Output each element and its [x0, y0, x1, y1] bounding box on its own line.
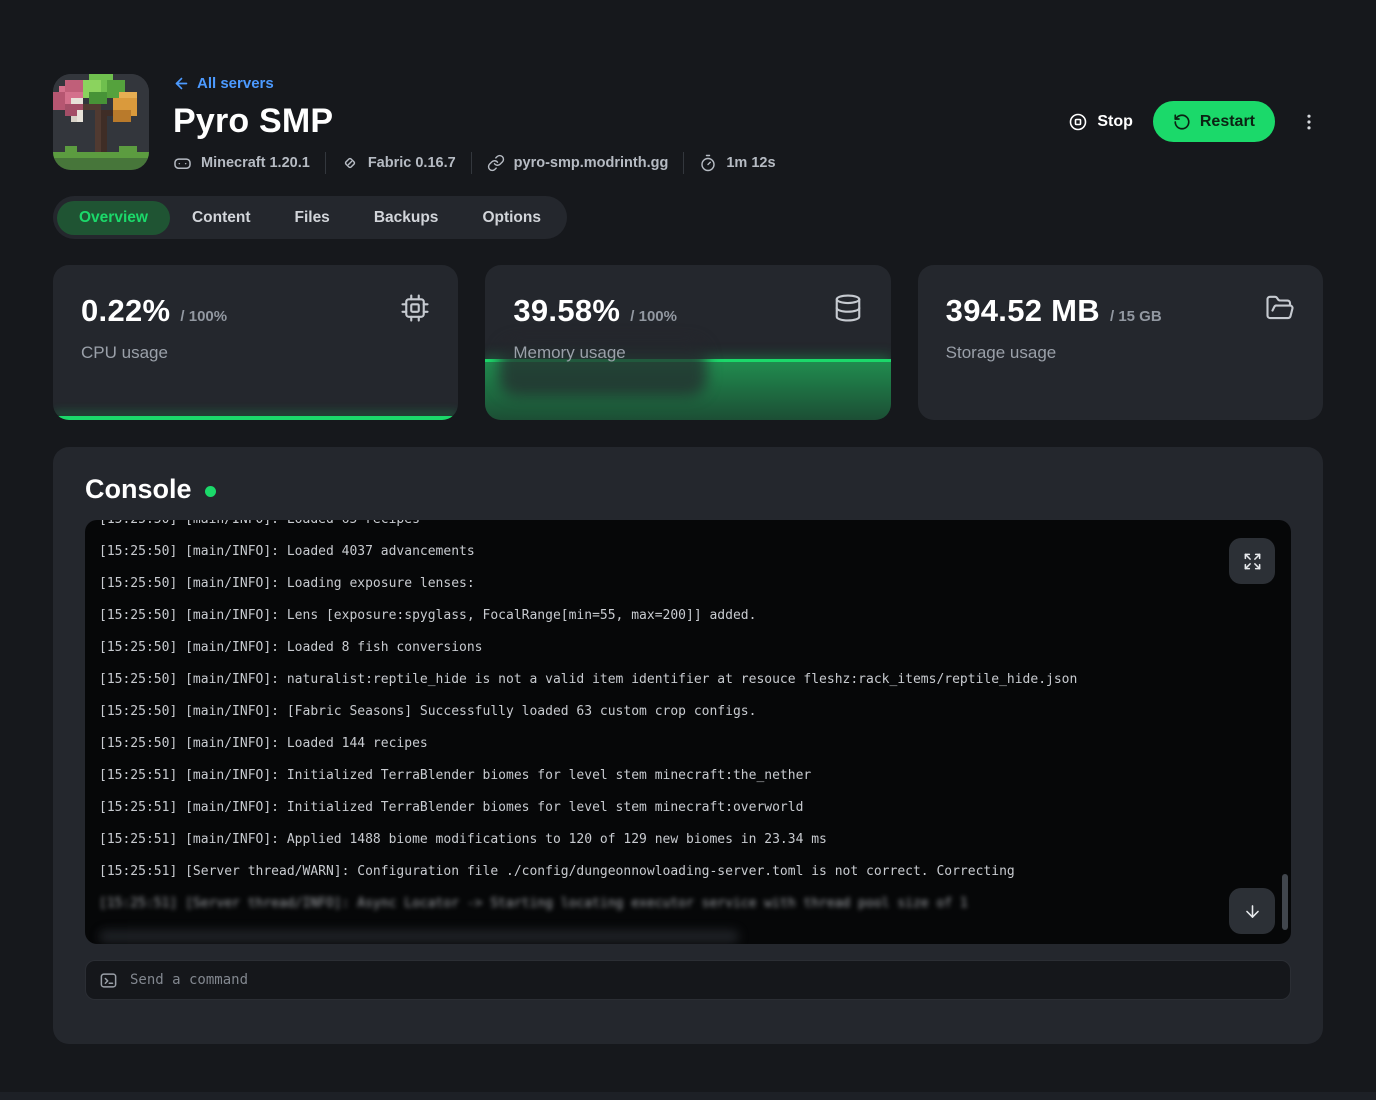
fabric-loader-icon — [341, 154, 359, 172]
log-line: [15:25:50] [main/INFO]: Loaded 8 fish co… — [99, 632, 1291, 664]
stop-icon — [1068, 112, 1088, 132]
cpu-max: / 100% — [180, 308, 227, 325]
meta-uptime-label: 1m 12s — [726, 155, 775, 171]
log-line: [15:25:50] [main/INFO]: Loading exposure… — [99, 568, 1291, 600]
tab-content[interactable]: Content — [170, 201, 273, 235]
meta-divider — [471, 152, 472, 174]
arrow-left-icon — [173, 75, 190, 92]
restart-button[interactable]: Restart — [1153, 101, 1275, 142]
log-line: [15:25:50] [main/INFO]: Loaded 4037 adva… — [99, 536, 1291, 568]
log-line-blurred — [99, 920, 1291, 944]
meta-loader-version: Fabric 0.16.7 — [341, 154, 456, 172]
meta-divider — [325, 152, 326, 174]
memory-card: 39.58% / 100% Memory usage — [485, 265, 890, 420]
scroll-to-bottom-button[interactable] — [1229, 888, 1275, 934]
bottom-edge-strip — [0, 1092, 1376, 1100]
console-output[interactable]: [15:25:50] [main/INFO]: Loaded 65 recipe… — [85, 520, 1291, 944]
server-info: All servers Pyro SMP Minecraft 1.20.1 Fa… — [173, 74, 776, 174]
meta-game-label: Minecraft 1.20.1 — [201, 155, 310, 171]
all-servers-label: All servers — [197, 75, 274, 92]
cpu-value: 0.22% — [81, 295, 170, 326]
log-line: [15:25:50] [main/INFO]: Loaded 144 recip… — [99, 728, 1291, 760]
kebab-menu-icon — [1299, 112, 1319, 132]
expand-console-button[interactable] — [1229, 538, 1275, 584]
all-servers-back-link[interactable]: All servers — [173, 75, 274, 92]
log-line: [15:25:51] [main/INFO]: Applied 1488 bio… — [99, 824, 1291, 856]
timer-icon — [699, 154, 717, 172]
cpu-chip-icon — [400, 293, 430, 323]
restart-label: Restart — [1200, 113, 1255, 131]
stop-button[interactable]: Stop — [1068, 112, 1133, 132]
restart-icon — [1173, 113, 1191, 131]
console-title: Console — [85, 474, 192, 505]
server-overview-page: All servers Pyro SMP Minecraft 1.20.1 Fa… — [0, 0, 1376, 1044]
storage-label: Storage usage — [946, 343, 1295, 363]
log-line: [15:25:50] [main/INFO]: naturalist:repti… — [99, 664, 1291, 696]
storage-card: 394.52 MB / 15 GB Storage usage — [918, 265, 1323, 420]
cpu-label: CPU usage — [81, 343, 430, 363]
pixel-tree-art — [53, 74, 149, 170]
console-log-stack: [15:25:50] [main/INFO]: Loaded 65 recipe… — [99, 520, 1291, 944]
log-line: [15:25:51] [main/INFO]: Initialized Terr… — [99, 792, 1291, 824]
page-title: Pyro SMP — [173, 102, 776, 141]
meta-server-domain[interactable]: pyro-smp.modrinth.gg — [487, 154, 669, 172]
terminal-prompt-icon — [99, 971, 118, 990]
folder-open-icon — [1265, 293, 1295, 323]
meta-domain-label: pyro-smp.modrinth.gg — [514, 155, 669, 171]
cpu-usage-bar — [53, 416, 458, 420]
cpu-card: 0.22% / 100% CPU usage — [53, 265, 458, 420]
server-meta-row: Minecraft 1.20.1 Fabric 0.16.7 pyro-smp.… — [173, 152, 776, 174]
arrow-down-icon — [1243, 902, 1262, 921]
storage-value: 394.52 MB — [946, 295, 1100, 326]
meta-game-version: Minecraft 1.20.1 — [173, 154, 310, 173]
log-line: [15:25:50] [main/INFO]: Lens [exposure:s… — [99, 600, 1291, 632]
memory-value: 39.58% — [513, 295, 620, 326]
server-actions: Stop Restart — [1068, 101, 1323, 142]
log-line: [15:25:51] [Server thread/WARN]: Configu… — [99, 856, 1291, 888]
expand-icon — [1243, 552, 1262, 571]
server-icon — [53, 74, 149, 170]
link-icon — [487, 154, 505, 172]
server-header: All servers Pyro SMP Minecraft 1.20.1 Fa… — [53, 74, 1323, 174]
meta-divider — [683, 152, 684, 174]
tab-files[interactable]: Files — [272, 201, 351, 235]
meta-loader-label: Fabric 0.16.7 — [368, 155, 456, 171]
tab-options[interactable]: Options — [460, 201, 563, 235]
log-line: [15:25:50] [main/INFO]: [Fabric Seasons]… — [99, 696, 1291, 728]
memory-label: Memory usage — [513, 343, 862, 363]
storage-max: / 15 GB — [1110, 308, 1162, 325]
server-tabs: Overview Content Files Backups Options — [53, 196, 567, 239]
gamepad-icon — [173, 154, 192, 173]
log-line-blurred: [15:25:51] [Server thread/INFO]: Async L… — [99, 888, 1291, 920]
meta-uptime: 1m 12s — [699, 154, 775, 172]
tab-overview[interactable]: Overview — [57, 201, 170, 235]
stat-cards: 0.22% / 100% CPU usage 39.58% / 100% Mem… — [53, 265, 1323, 420]
console-card: Console [15:25:50] [main/INFO]: Loaded 6… — [53, 447, 1323, 1044]
more-options-button[interactable] — [1295, 108, 1323, 136]
database-icon — [833, 293, 863, 323]
log-line: [15:25:50] [main/INFO]: Loaded 65 recipe… — [99, 520, 1291, 536]
console-scrollbar[interactable] — [1282, 874, 1288, 930]
memory-max: / 100% — [630, 308, 677, 325]
stop-label: Stop — [1097, 113, 1133, 131]
online-status-dot — [205, 486, 216, 497]
tab-backups[interactable]: Backups — [352, 201, 461, 235]
command-bar — [85, 960, 1291, 1000]
log-line: [15:25:51] [main/INFO]: Initialized Terr… — [99, 760, 1291, 792]
command-input[interactable] — [130, 972, 1277, 988]
